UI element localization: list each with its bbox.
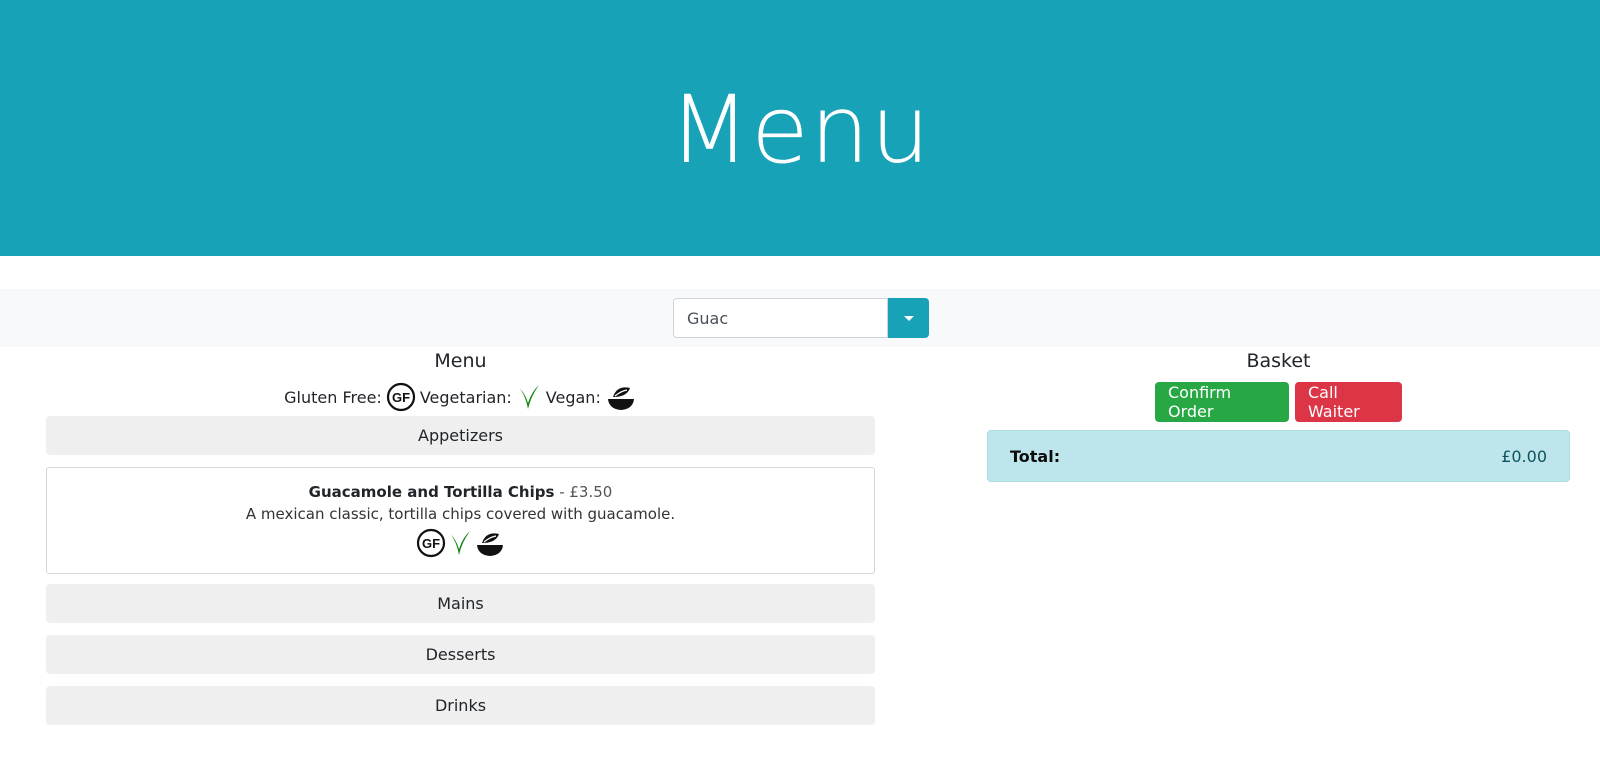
confirm-order-button[interactable]: Confirm Order: [1155, 382, 1289, 422]
menu-item-card[interactable]: Guacamole and Tortilla Chips - £3.50 A m…: [46, 467, 875, 574]
basket-heading: Basket: [1246, 350, 1311, 372]
category-desserts[interactable]: Desserts: [46, 635, 875, 674]
svg-text:GF: GF: [421, 536, 439, 551]
total-label: Total:: [1010, 446, 1061, 466]
category-drinks[interactable]: Drinks: [46, 686, 875, 725]
vegetarian-icon: [447, 528, 473, 558]
legend-gluten-free-label: Gluten Free:: [284, 387, 382, 407]
legend-vegetarian-label: Vegetarian:: [419, 387, 512, 407]
call-waiter-button[interactable]: Call Waiter: [1295, 382, 1402, 422]
menu-item-price: - £3.50: [559, 483, 613, 501]
menu-item-dietary-icons: GF: [47, 528, 874, 558]
page-header: Menu: [0, 0, 1600, 256]
vegan-icon: [605, 382, 637, 412]
search-dropdown-button[interactable]: [888, 298, 929, 338]
gluten-free-icon: GF: [386, 382, 416, 412]
legend-vegan-label: Vegan:: [545, 387, 601, 407]
total-value: £0.00: [1501, 446, 1547, 466]
menu-column: Menu Gluten Free: GF Vegetarian: Vegan: …: [46, 347, 875, 725]
svg-text:GF: GF: [392, 390, 410, 405]
gluten-free-icon: GF: [416, 528, 446, 558]
menu-item-description: A mexican classic, tortilla chips covere…: [245, 505, 676, 523]
dietary-legend: Gluten Free: GF Vegetarian: Vegan:: [46, 378, 875, 416]
search-input[interactable]: Guac: [673, 298, 888, 338]
basket-column: Basket Confirm Order Call Waiter Total: …: [987, 347, 1570, 482]
vegetarian-icon: [516, 382, 542, 412]
menu-item-name: Guacamole and Tortilla Chips: [308, 483, 555, 501]
filter-bar: Guac: [0, 289, 1600, 347]
vegan-icon: [474, 528, 506, 558]
category-mains[interactable]: Mains: [46, 584, 875, 623]
category-appetizers[interactable]: Appetizers: [46, 416, 875, 455]
menu-heading: Menu: [434, 350, 487, 372]
caret-down-icon: [903, 315, 914, 321]
basket-actions: Confirm Order Call Waiter: [987, 382, 1570, 422]
menu-item-header: Guacamole and Tortilla Chips - £3.50: [47, 483, 874, 501]
page-title: Menu: [668, 75, 932, 185]
basket-total: Total: £0.00: [987, 430, 1570, 482]
